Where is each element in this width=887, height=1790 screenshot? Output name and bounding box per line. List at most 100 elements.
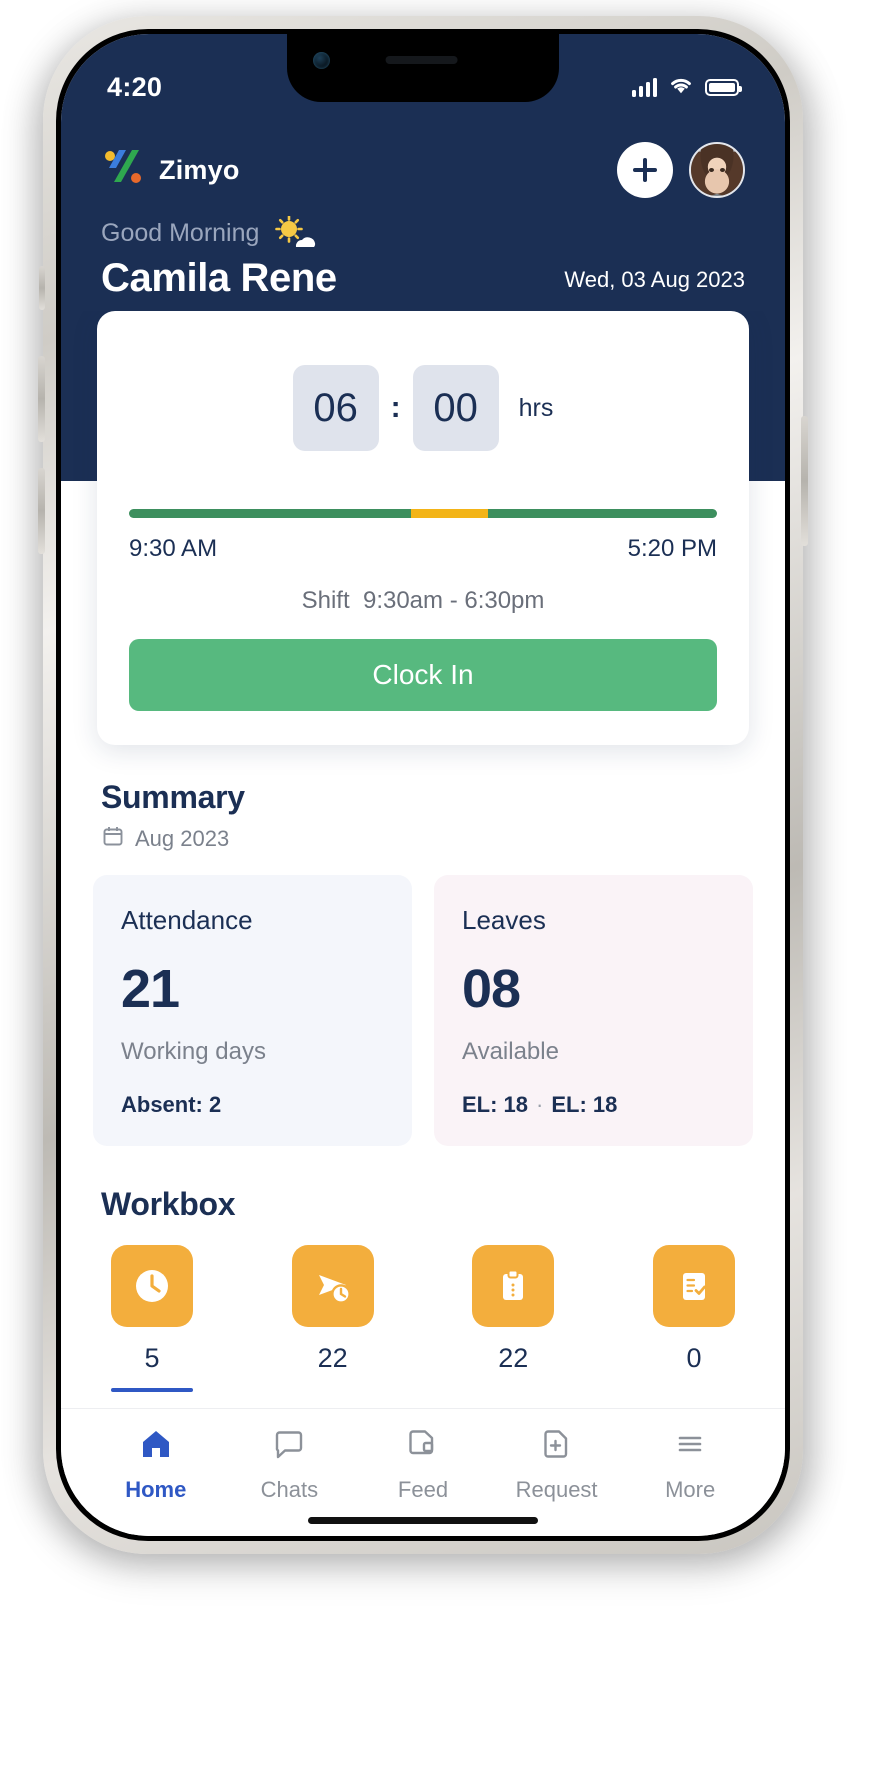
leaves-card-value: 08 <box>462 959 521 1019</box>
request-file-plus-icon <box>539 1426 575 1467</box>
summary-cards: Attendance 21 Working days Absent: 2 Lea… <box>93 875 753 1146</box>
workbox-heading: Workbox <box>101 1186 236 1222</box>
timer-minutes: 00 <box>412 365 499 451</box>
nav-item-more[interactable]: More <box>623 1426 757 1503</box>
progress-segment-0 <box>129 509 412 518</box>
header-top-row: Zimyo <box>101 138 745 202</box>
timer-hours: 06 <box>292 365 379 451</box>
user-name-row: Camila Rene Wed, 03 Aug 2023 <box>101 256 745 311</box>
volume-up-button[interactable] <box>38 356 45 442</box>
feed-document-icon <box>405 1426 441 1467</box>
status-bar-time: 4:20 <box>107 71 163 102</box>
silent-switch[interactable] <box>39 266 45 310</box>
shift-progress-bar <box>129 509 717 518</box>
greeting-text: Good Morning <box>101 218 260 247</box>
clipboard-check-icon <box>652 1245 735 1327</box>
nav-item-feed[interactable]: Feed <box>356 1426 490 1503</box>
chat-bubble-icon <box>271 1426 307 1467</box>
leaves-card-meta: EL: 18 · EL: 18 <box>462 1092 725 1118</box>
work-timer: 06 : 00 hrs <box>129 365 717 451</box>
sun-behind-cloud-icon <box>271 215 317 250</box>
workbox-count-tasks: 22 <box>498 1343 529 1373</box>
leaves-meta-dot: · <box>536 1092 544 1117</box>
workbox-item-attendance[interactable]: 5 <box>97 1245 207 1392</box>
timer-unit-label: hrs <box>518 393 554 422</box>
workbox-grid: 5 22 22 0 <box>97 1245 749 1392</box>
home-icon <box>138 1426 174 1467</box>
attendance-card-value: 21 <box>121 959 180 1019</box>
avatar[interactable] <box>689 142 745 198</box>
volume-down-button[interactable] <box>38 468 45 554</box>
leaves-card-title: Leaves <box>462 905 546 935</box>
signal-bars-icon <box>631 77 657 97</box>
phone-screen: 4:20 Zimyo Good Morning Camila Rene Wed,… <box>61 34 785 1536</box>
leaves-meta-right: EL: 18 <box>551 1092 618 1117</box>
workbox-count-pending-requests: 22 <box>317 1343 348 1373</box>
header-actions <box>617 142 745 198</box>
power-button[interactable] <box>801 416 808 546</box>
summary-month-row: Aug 2023 <box>101 824 785 853</box>
status-bar-indicators <box>631 75 742 99</box>
workbox-count-attendance: 5 <box>144 1343 160 1373</box>
attendance-card-title: Attendance <box>121 905 253 935</box>
earpiece-speaker <box>385 56 458 64</box>
current-date: Wed, 03 Aug 2023 <box>564 267 745 292</box>
greeting-row: Good Morning <box>101 215 745 250</box>
summary-month: Aug 2023 <box>135 825 230 851</box>
attendance-card[interactable]: Attendance 21 Working days Absent: 2 <box>93 875 412 1146</box>
leaves-meta-left: EL: 18 <box>462 1092 529 1117</box>
shift-info: Shift 9:30am - 6:30pm <box>129 587 717 615</box>
attendance-card-subtitle: Working days <box>121 1038 266 1065</box>
workbox-active-underline <box>111 1388 193 1392</box>
calendar-icon <box>101 824 125 853</box>
nav-item-chats[interactable]: Chats <box>223 1426 357 1503</box>
nav-item-request[interactable]: Request <box>490 1426 624 1503</box>
summary-heading: Summary <box>101 779 245 815</box>
nav-item-home[interactable]: Home <box>89 1426 223 1503</box>
nav-label-chats: Chats <box>260 1477 319 1502</box>
zimyo-logo-icon <box>101 146 145 195</box>
device-notch <box>287 34 559 102</box>
timer-separator: : <box>390 391 401 424</box>
shift-end-time: 5:20 PM <box>627 535 717 562</box>
app-header: Zimyo Good Morning Camila Rene Wed, 03 A… <box>61 118 785 311</box>
phone-bezel: 4:20 Zimyo Good Morning Camila Rene Wed,… <box>56 29 790 1541</box>
shift-start-time: 9:30 AM <box>129 535 218 562</box>
workbox-item-tasks[interactable]: 22 <box>458 1245 568 1392</box>
battery-full-icon <box>705 78 742 96</box>
shift-time-labels: 9:30 AM 5:20 PM <box>129 535 717 563</box>
main-content: 06 : 00 hrs 9:30 AM 5:20 PM Shift 9:30am… <box>61 311 785 1408</box>
brand-block: Zimyo <box>101 146 240 195</box>
workbox-underline-placeholder <box>292 1388 374 1392</box>
brand-name: Zimyo <box>159 154 240 185</box>
attendance-card-meta: Absent: 2 <box>121 1092 222 1117</box>
workbox-count-approvals: 0 <box>686 1343 702 1373</box>
nav-label-feed: Feed <box>397 1477 449 1502</box>
nav-label-request: Request <box>515 1477 598 1502</box>
wifi-icon <box>668 75 694 99</box>
clock-in-button[interactable]: Clock In <box>129 639 717 711</box>
clipboard-icon <box>472 1245 555 1327</box>
bottom-navigation: Home Chats Feed Request More <box>61 1408 785 1536</box>
home-indicator <box>308 1517 538 1524</box>
progress-segment-2 <box>487 509 717 518</box>
workbox-underline-placeholder <box>653 1388 735 1392</box>
shift-label: Shift <box>301 587 350 614</box>
workbox-item-pending-requests[interactable]: 22 <box>278 1245 388 1392</box>
page-title: Camila Rene <box>101 256 337 300</box>
workbox-underline-placeholder <box>472 1388 554 1392</box>
clock-icon <box>111 1245 193 1327</box>
nav-label-home: Home <box>125 1477 187 1502</box>
workbox-item-approvals[interactable]: 0 <box>639 1245 749 1392</box>
leaves-card-subtitle: Available <box>462 1038 559 1065</box>
send-pending-icon <box>291 1245 374 1327</box>
add-button[interactable] <box>617 142 673 198</box>
menu-hamburger-icon <box>672 1426 708 1467</box>
screenshot-stage: 4:20 Zimyo Good Morning Camila Rene Wed,… <box>0 0 887 1790</box>
shift-value: 9:30am - 6:30pm <box>362 587 545 614</box>
phone-device-frame: 4:20 Zimyo Good Morning Camila Rene Wed,… <box>38 16 808 1554</box>
progress-segment-1 <box>411 509 488 518</box>
leaves-card[interactable]: Leaves 08 Available EL: 18 · EL: 18 <box>434 875 753 1146</box>
front-camera-icon <box>313 52 330 69</box>
clock-card: 06 : 00 hrs 9:30 AM 5:20 PM Shift 9:30am… <box>97 311 749 745</box>
